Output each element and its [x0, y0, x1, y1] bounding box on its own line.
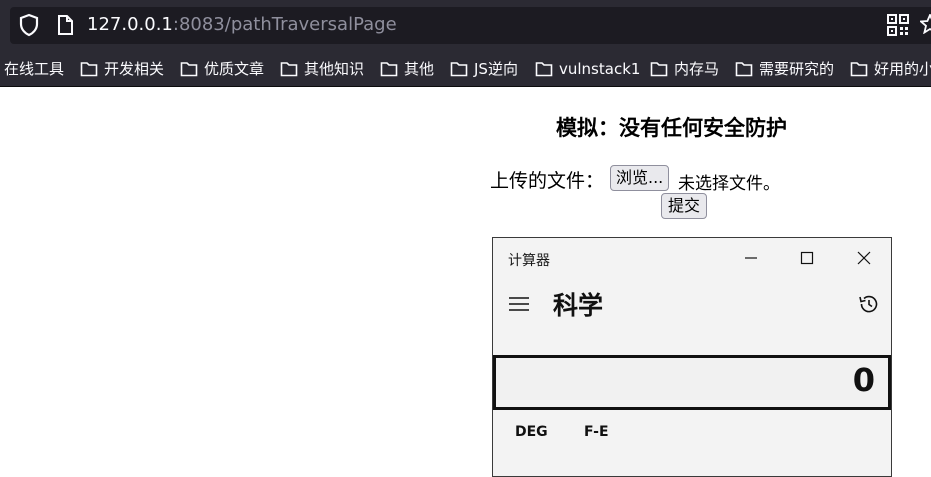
folder-icon [850, 61, 868, 76]
star-icon[interactable] [920, 14, 931, 34]
bookmark-label: 其他知识 [304, 60, 365, 78]
bookmark-folder[interactable]: JS逆向 [450, 51, 518, 86]
bookmark-folder[interactable]: 其他 [380, 51, 434, 86]
bookmark-label: 优质文章 [204, 60, 265, 78]
maximize-icon[interactable] [797, 248, 817, 268]
bookmark-label: 需要研究的 [759, 60, 835, 78]
folder-icon [450, 61, 468, 76]
page-title: 模拟：没有任何安全防护 [556, 116, 787, 140]
bookmark-folder[interactable]: 其他知识 [280, 51, 364, 86]
calculator-window: 计算器 科学 0 DEG F-E [492, 237, 892, 477]
close-icon[interactable] [854, 248, 874, 268]
browser-toolbar: 127.0.0.1:8083/pathTraversalPage [0, 0, 931, 51]
bookmark-label: 内存马 [674, 60, 720, 78]
bookmarks-bar: 在线工具 开发相关 优质文章 其他知识 其他 JS逆向 vulnstack1 内… [0, 51, 931, 87]
folder-icon [380, 61, 398, 76]
bookmark-folder[interactable]: vulnstack1 [535, 51, 640, 86]
calculator-title: 计算器 [508, 253, 550, 269]
folder-icon [180, 61, 198, 76]
folder-icon [80, 61, 98, 76]
history-icon[interactable] [857, 292, 881, 316]
calculator-mode-title: 科学 [553, 291, 604, 320]
submit-button[interactable]: 提交 [661, 193, 708, 219]
url-host: 127.0.0.1 [87, 14, 173, 35]
folder-icon [735, 61, 753, 76]
upload-label: 上传的文件： [490, 170, 605, 192]
shield-icon[interactable] [18, 13, 40, 37]
browse-button[interactable]: 浏览... [610, 165, 670, 191]
url-text[interactable]: 127.0.0.1:8083/pathTraversalPage [87, 14, 397, 36]
no-file-selected-text: 未选择文件。 [678, 174, 780, 194]
url-path: :8083/pathTraversalPage [172, 14, 397, 35]
bookmark-label: 开发相关 [104, 60, 165, 78]
bookmark-label: 其他 [404, 60, 435, 78]
hamburger-menu-icon[interactable] [508, 295, 530, 313]
folder-icon [280, 61, 298, 76]
page-icon [58, 15, 73, 35]
bookmark-folder[interactable]: 好用的小 [850, 51, 931, 86]
bookmark-item[interactable]: 在线工具 [4, 51, 64, 86]
bookmark-label: vulnstack1 [559, 59, 641, 78]
bookmark-label: 在线工具 [4, 60, 65, 78]
bookmark-folder[interactable]: 内存马 [650, 51, 719, 86]
deg-button[interactable]: DEG [515, 424, 548, 440]
minimize-icon[interactable] [741, 248, 761, 268]
bookmark-folder[interactable]: 优质文章 [180, 51, 264, 86]
bookmark-label: JS逆向 [474, 60, 518, 78]
display-value: 0 [852, 361, 875, 399]
fe-button[interactable]: F-E [584, 424, 609, 440]
bookmark-folder[interactable]: 需要研究的 [735, 51, 834, 86]
bookmark-label: 好用的小 [874, 60, 931, 78]
bookmark-folder[interactable]: 开发相关 [80, 51, 164, 86]
folder-icon [535, 61, 553, 76]
calculator-display: 0 [493, 355, 891, 410]
folder-icon [650, 61, 668, 76]
qr-code-icon[interactable] [887, 14, 909, 36]
